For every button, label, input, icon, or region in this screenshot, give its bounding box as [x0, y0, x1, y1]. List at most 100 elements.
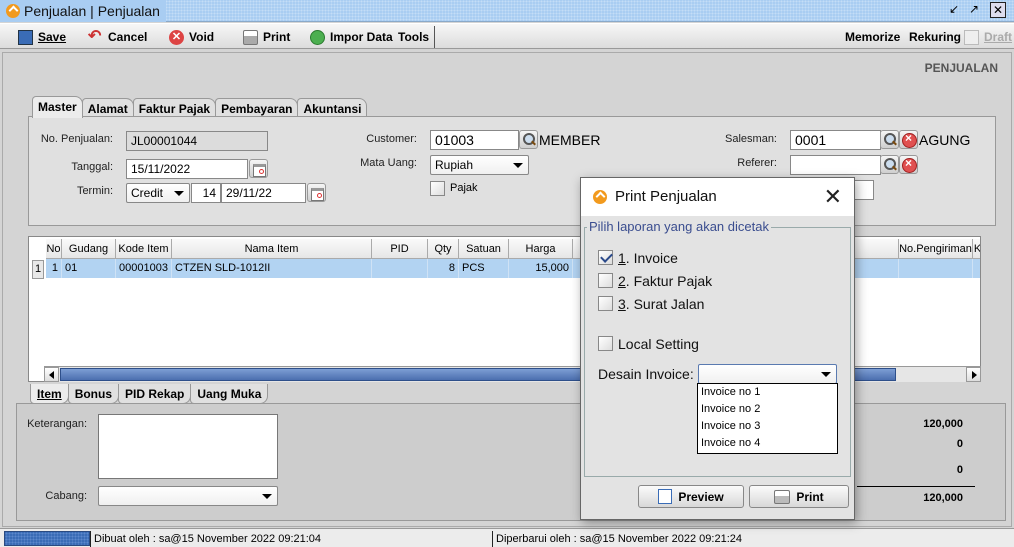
salesman-search-icon[interactable] [880, 130, 899, 149]
print-dialog-button[interactable]: Print [749, 485, 849, 508]
close-icon[interactable]: ✕ [824, 184, 842, 210]
salesman-label: Salesman: [725, 133, 777, 145]
tab-item[interactable]: Item [30, 384, 69, 404]
window-title: Penjualan | Penjualan [24, 3, 160, 19]
cell-harga[interactable]: 15,000 [509, 259, 573, 278]
desain-invoice-select[interactable] [698, 364, 837, 384]
draft-checkbox[interactable]: Draft [964, 28, 1012, 46]
mata-uang-value: Rupiah [435, 158, 474, 172]
status-bar: Dibuat oleh : sa@15 November 2022 09:21:… [0, 528, 1014, 547]
void-button[interactable]: ✕ Void [169, 28, 214, 46]
cell-pid[interactable] [372, 259, 428, 278]
tab-faktur-pajak[interactable]: Faktur Pajak [132, 98, 217, 118]
print-button[interactable]: Print [243, 28, 290, 46]
termin-days-field[interactable]: 14 [191, 183, 221, 203]
cell-satuan[interactable]: PCS [459, 259, 509, 278]
cell-no[interactable]: 1 [46, 259, 62, 278]
chevron-down-icon [821, 372, 831, 377]
keterangan-label: Keterangan: [27, 418, 87, 430]
surat-jalan-mnemonic: 3 [618, 296, 626, 312]
tanggal-field[interactable]: 15/11/2022 [126, 159, 248, 179]
column-header[interactable]: No [46, 239, 62, 259]
pajak-checkbox[interactable] [430, 181, 445, 196]
cell-qty[interactable]: 8 [428, 259, 459, 278]
invoice-checkbox[interactable] [598, 250, 613, 265]
preview-label: Preview [678, 489, 724, 504]
column-header[interactable]: K [973, 239, 980, 259]
dropdown-option[interactable]: Invoice no 1 [698, 384, 837, 401]
row-header[interactable]: 1 [32, 260, 44, 279]
save-button[interactable]: Save [18, 28, 66, 46]
local-setting-checkbox[interactable] [598, 336, 613, 351]
referer-clear-icon[interactable] [899, 155, 918, 174]
termin-type-select[interactable]: Credit [126, 183, 190, 203]
referer-search-icon[interactable] [880, 155, 899, 174]
column-header[interactable]: No.Pengiriman [899, 239, 973, 259]
maximize-icon[interactable]: ↗ [966, 2, 982, 18]
customer-label: Customer: [366, 133, 417, 145]
customer-search-icon[interactable] [519, 130, 538, 149]
preview-button[interactable]: Preview [638, 485, 744, 508]
tab-bonus[interactable]: Bonus [67, 384, 120, 404]
tools-label: Tools [398, 30, 430, 44]
cancel-button[interactable]: ↶ Cancel [88, 28, 147, 46]
no-penjualan-label: No. Penjualan: [40, 133, 113, 145]
referer-field[interactable] [790, 155, 881, 175]
column-header[interactable]: Qty [428, 239, 459, 259]
faktur-mnemonic: 2 [618, 273, 626, 289]
scroll-right-icon[interactable] [966, 367, 981, 382]
tab-master[interactable]: Master [32, 96, 83, 118]
scroll-left-icon[interactable] [44, 367, 59, 382]
dropdown-option[interactable]: Invoice no 3 [698, 418, 837, 435]
minimize-icon[interactable]: ↙ [946, 2, 962, 18]
total-discount: 0 [956, 438, 963, 450]
cell-gudang[interactable]: 01 [62, 259, 116, 278]
keterangan-textarea[interactable] [98, 414, 278, 479]
import-data-button[interactable]: Impor Data [310, 28, 393, 46]
salesman-code-field[interactable]: 0001 [790, 130, 881, 150]
mata-uang-label: Mata Uang: [360, 157, 417, 169]
cell-nama-item[interactable]: CTZEN SLD-1012II [172, 259, 372, 278]
mata-uang-select[interactable]: Rupiah [430, 155, 529, 175]
close-icon[interactable]: ✕ [990, 2, 1006, 18]
termin-type-value: Credit [131, 186, 164, 200]
column-header[interactable]: Satuan [459, 239, 509, 259]
import-down-icon [310, 29, 325, 45]
tanggal-label: Tanggal: [71, 161, 113, 173]
rekuring-label: Rekuring [909, 30, 962, 44]
salesman-clear-icon[interactable] [899, 130, 918, 149]
cell-extra[interactable] [973, 259, 980, 278]
surat-jalan-checkbox[interactable] [598, 296, 613, 311]
cell-kode-item[interactable]: 00001003 [116, 259, 172, 278]
column-header[interactable]: Gudang [62, 239, 116, 259]
draft-checkbox-box[interactable] [964, 29, 979, 45]
tanggal-calendar-icon[interactable] [249, 159, 268, 178]
faktur-pajak-checkbox[interactable] [598, 273, 613, 288]
dropdown-option[interactable]: Invoice no 2 [698, 401, 837, 418]
tab-pid-rekap[interactable]: PID Rekap [118, 384, 192, 404]
print-dialog: Print Penjualan ✕ Pilih laporan yang aka… [580, 177, 855, 520]
undo-arrow-icon: ↶ [88, 27, 102, 45]
column-header[interactable]: Kode Item [116, 239, 172, 259]
tab-uang-muka[interactable]: Uang Muka [190, 384, 269, 404]
void-label: Void [189, 30, 215, 44]
rekuring-button[interactable]: Rekuring [909, 28, 961, 46]
import-label: Impor Data [330, 30, 393, 44]
column-header[interactable]: PID [372, 239, 428, 259]
total-tax: 0 [956, 464, 963, 476]
tab-alamat[interactable]: Alamat [81, 98, 134, 118]
termin-date-field[interactable]: 29/11/22 [221, 183, 306, 203]
memorize-button[interactable]: Memorize [845, 28, 900, 46]
dropdown-option[interactable]: Invoice no 4 [698, 435, 837, 452]
faktur-pajak-option-label: 2. Faktur Pajak [618, 273, 712, 289]
termin-calendar-icon[interactable] [307, 183, 326, 202]
column-header[interactable]: Harga [509, 239, 573, 259]
referer-label: Referer: [737, 157, 777, 169]
tools-menu-button[interactable]: Tools [398, 28, 429, 46]
cell-no-pengiriman[interactable] [899, 259, 973, 278]
tab-pembayaran[interactable]: Pembayaran [215, 98, 299, 118]
customer-code-field[interactable]: 01003 [430, 130, 519, 150]
tab-akuntansi[interactable]: Akuntansi [297, 98, 368, 118]
column-header[interactable]: Nama Item [172, 239, 372, 259]
cabang-select[interactable] [98, 486, 278, 506]
